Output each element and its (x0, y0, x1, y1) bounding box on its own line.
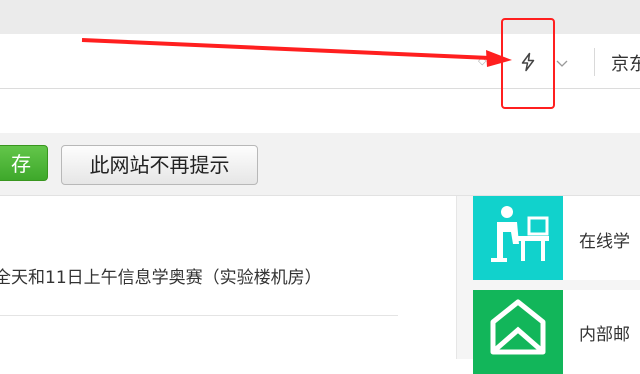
annotation-arrow (81, 38, 512, 67)
